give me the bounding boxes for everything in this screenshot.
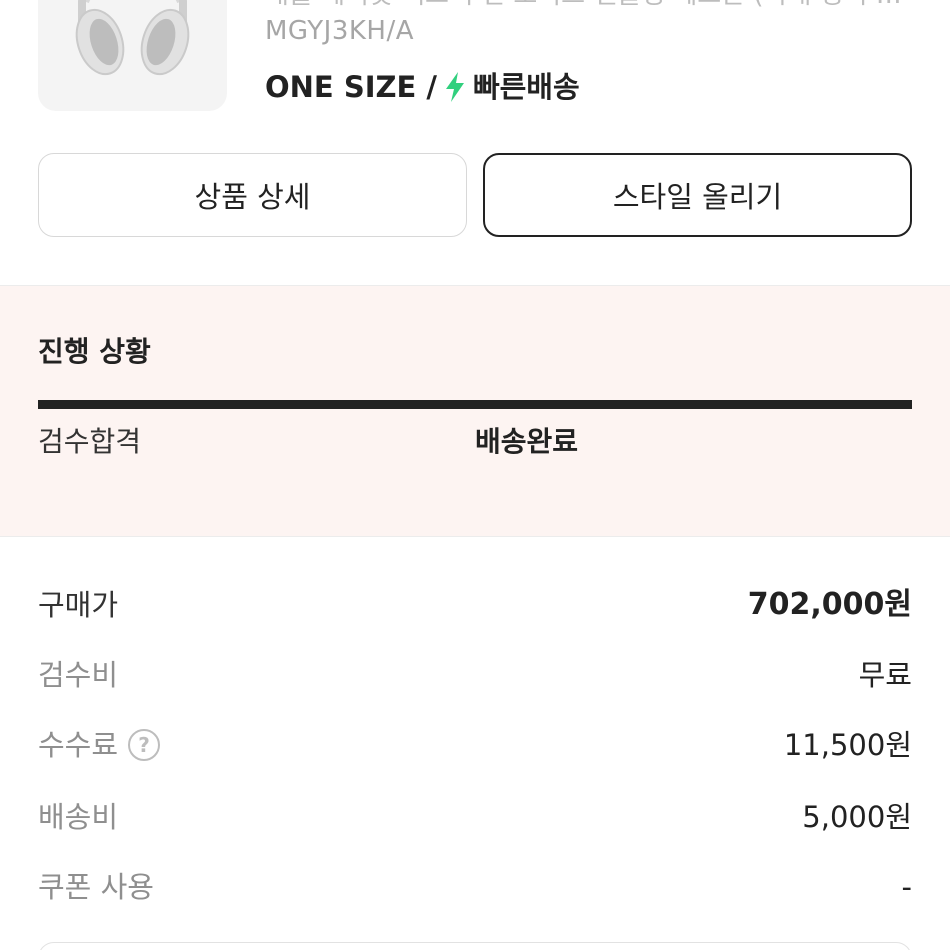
progress-bar <box>38 400 912 409</box>
shipping-fee-value: 5,000원 <box>802 800 912 834</box>
step-inspection-passed: 검수합격 <box>38 425 142 458</box>
progress-bar-fill <box>38 400 912 409</box>
step-delivered: 배송완료 <box>475 425 579 458</box>
purchase-price-value: 702,000원 <box>747 587 912 622</box>
fast-delivery-label: 빠른배송 <box>472 70 580 104</box>
product-detail-button[interactable]: 상품 상세 <box>38 153 467 237</box>
commission-label: 수수료 <box>38 728 119 762</box>
progress-title: 진행 상황 <box>38 335 151 368</box>
coupon-value: - <box>901 870 912 904</box>
inspection-fee-row: 검수비 무료 <box>38 653 912 697</box>
product-option: ONE SIZE / 빠른배송 <box>265 67 580 107</box>
shipping-fee-row: 배송비 5,000원 <box>38 795 912 839</box>
product-name[interactable]: 애플 에어팟 맥스 무선 노이즈 캔슬링 헤드폰 (국내 정식 발매 제품) <box>265 0 915 12</box>
inspection-fee-value: 무료 <box>858 658 912 692</box>
option-separator: / <box>426 70 437 104</box>
size-label: ONE SIZE <box>265 70 417 104</box>
shipping-fee-label: 배송비 <box>38 800 119 834</box>
progress-section: 진행 상황 검수합격 배송완료 <box>0 285 950 537</box>
purchase-price-row: 구매가 702,000원 <box>38 583 912 627</box>
commission-label-group: 수수료 ? <box>38 725 161 765</box>
post-style-button[interactable]: 스타일 올리기 <box>483 153 912 237</box>
lightning-bolt-icon <box>443 71 467 103</box>
next-section-card <box>38 942 912 950</box>
purchase-price-label: 구매가 <box>38 588 119 622</box>
commission-value: 11,500원 <box>783 728 912 762</box>
commission-row: 수수료 ? 11,500원 <box>38 723 912 767</box>
inspection-fee-label: 검수비 <box>38 658 119 692</box>
product-image[interactable] <box>38 0 227 111</box>
coupon-label: 쿠폰 사용 <box>38 870 154 904</box>
coupon-row: 쿠폰 사용 - <box>38 865 912 909</box>
headphones-image <box>75 0 190 76</box>
product-model-number: MGYJ3KH/A <box>265 16 415 46</box>
question-circle-icon[interactable]: ? <box>128 729 161 761</box>
purchase-detail-page: 애플 에어팟 맥스 무선 노이즈 캔슬링 헤드폰 (국내 정식 발매 제품) M… <box>0 0 950 950</box>
